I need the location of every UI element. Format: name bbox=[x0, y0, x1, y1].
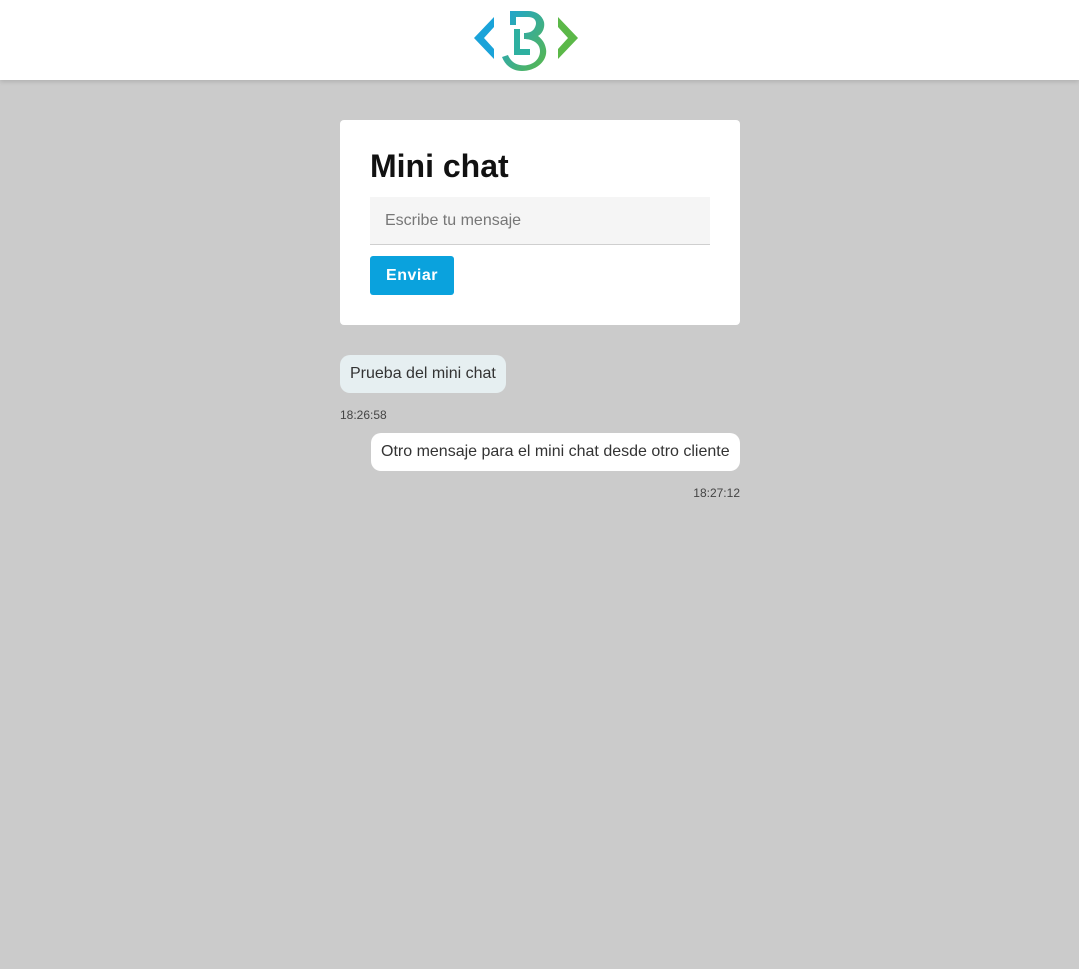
send-button[interactable]: Enviar bbox=[370, 256, 454, 295]
message-timestamp: 18:26:58 bbox=[340, 408, 387, 422]
page-title: Mini chat bbox=[370, 148, 509, 184]
top-header bbox=[0, 0, 1079, 80]
message-timestamp: 18:27:12 bbox=[693, 486, 740, 500]
chat-message-bubble: Otro mensaje para el mini chat desde otr… bbox=[371, 433, 740, 471]
chat-message-bubble: Prueba del mini chat bbox=[340, 355, 506, 393]
brand-b-logo-icon[interactable] bbox=[472, 5, 580, 71]
message-input[interactable] bbox=[370, 197, 710, 245]
